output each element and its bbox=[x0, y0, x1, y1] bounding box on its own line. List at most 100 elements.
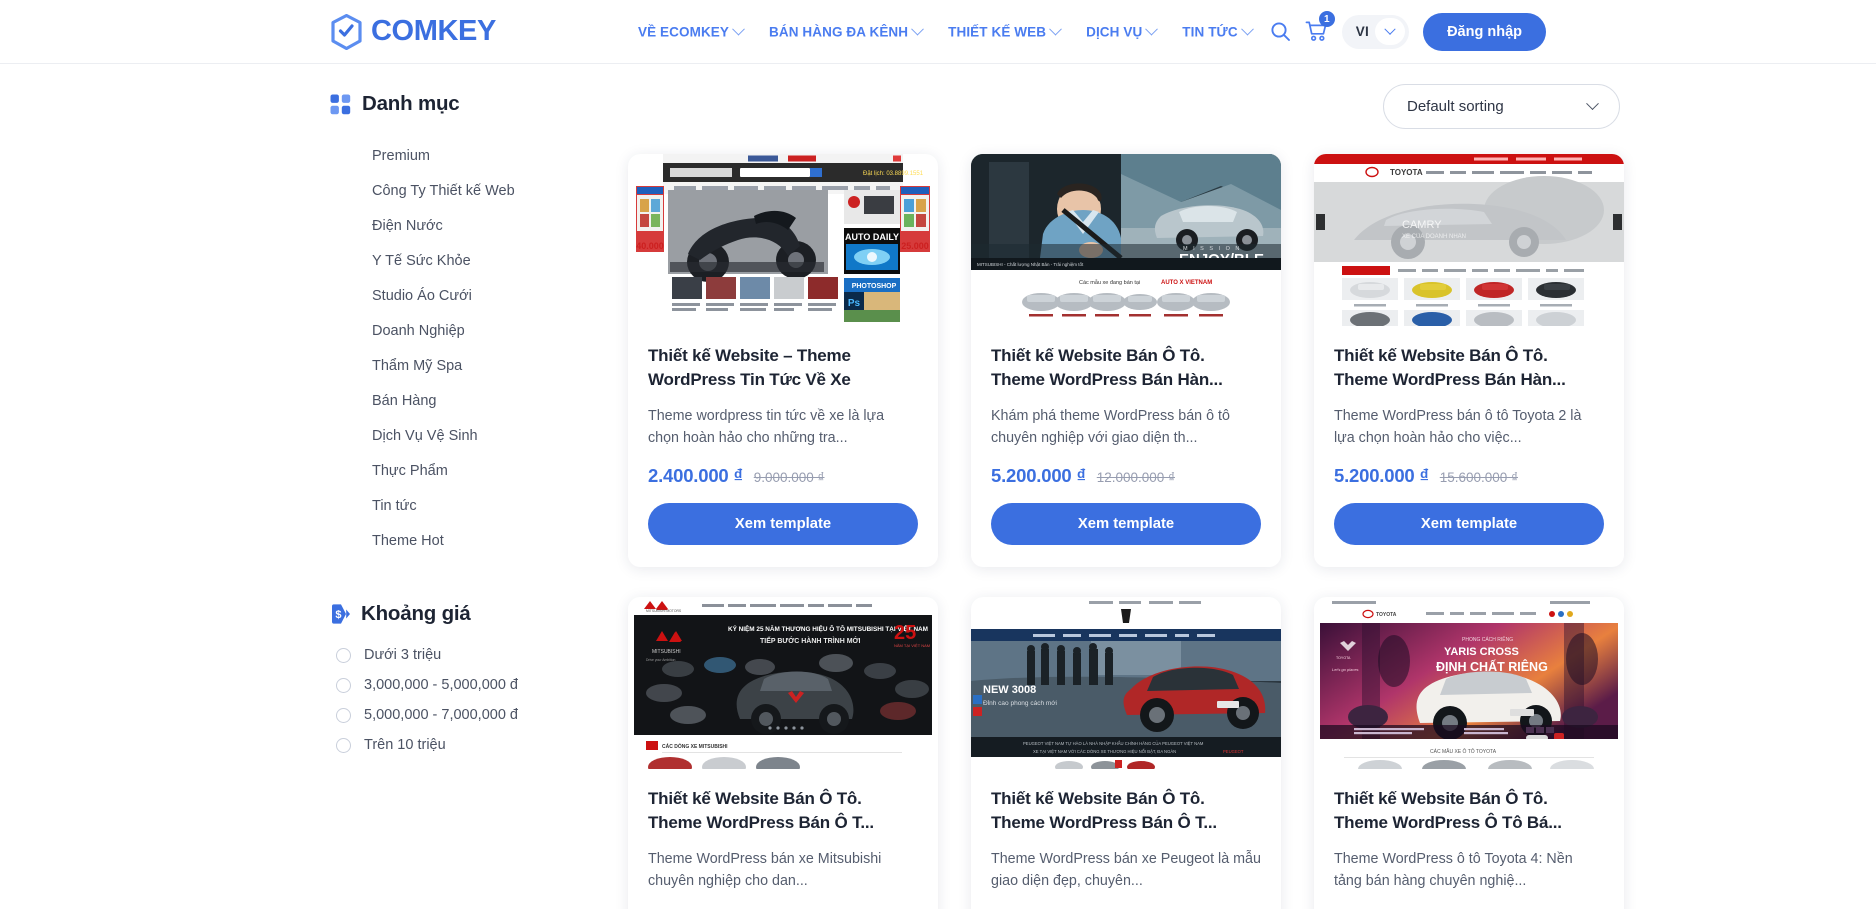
product-card[interactable]: Đặt lịch: 03.8899.1551 40.000 25.000 AUT… bbox=[628, 154, 938, 567]
svg-text:AUTO DAILY: AUTO DAILY bbox=[845, 232, 899, 242]
category-item-theme-hot[interactable]: Theme Hot bbox=[372, 523, 608, 558]
language-code: VI bbox=[1355, 24, 1370, 39]
svg-text:PEUGEOT: PEUGEOT bbox=[1223, 749, 1244, 754]
nav-item-ban-hang-da-kenh[interactable]: BÁN HÀNG ĐA KÊNH bbox=[769, 22, 925, 39]
svg-text:25: 25 bbox=[894, 622, 916, 644]
header-actions: 1 VI Đăng nhập bbox=[1270, 11, 1546, 51]
nav-item-tin-tuc[interactable]: TIN TỨC bbox=[1182, 22, 1254, 39]
category-item-ban-hang[interactable]: Bán Hàng bbox=[372, 383, 608, 418]
logo[interactable]: COMKEY bbox=[330, 13, 496, 50]
chevron-down-icon bbox=[1049, 22, 1062, 36]
product-thumbnail[interactable]: NEW 3008 Đỉnh cao phong cách mới PEUGEOT… bbox=[971, 597, 1281, 769]
cart-button[interactable]: 1 bbox=[1305, 11, 1335, 43]
svg-text:Các mẫu xe đang bán tại: Các mẫu xe đang bán tại bbox=[1079, 279, 1140, 286]
radio-icon[interactable] bbox=[336, 677, 351, 693]
svg-text:TOYOTA: TOYOTA bbox=[1336, 656, 1351, 660]
product-card[interactable]: TOYOTA PHONG CÁCH RIÊNG YARIS CROSS ĐỊNH… bbox=[1314, 597, 1624, 909]
price-range-option-3[interactable]: 5,000,000 - 7,000,000 đ bbox=[336, 700, 608, 730]
nav-label: DỊCH VỤ bbox=[1086, 24, 1143, 39]
price-range-label: 5,000,000 - 7,000,000 đ bbox=[364, 707, 518, 723]
product-info: Thiết kế Website Bán Ô Tô. Theme WordPre… bbox=[971, 769, 1281, 909]
news-moto-screenshot: Đặt lịch: 03.8899.1551 40.000 25.000 AUT… bbox=[628, 154, 938, 326]
product-thumbnail[interactable]: TOYOTA PHONG CÁCH RIÊNG YARIS CROSS ĐỊNH… bbox=[1314, 597, 1624, 769]
sorting-dropdown[interactable]: Default sorting bbox=[1383, 84, 1620, 129]
category-item-doanh-nghiep[interactable]: Doanh Nghiệp bbox=[372, 313, 608, 348]
product-thumbnail[interactable]: TOYOTA CAMRY XE CỦA DOANH NHÂN bbox=[1314, 154, 1624, 326]
yaris-cross-screenshot: TOYOTA PHONG CÁCH RIÊNG YARIS CROSS ĐỊNH… bbox=[1314, 597, 1624, 769]
price-range-label: 3,000,000 - 5,000,000 đ bbox=[364, 677, 518, 693]
product-grid: Đặt lịch: 03.8899.1551 40.000 25.000 AUT… bbox=[628, 154, 1624, 909]
category-item-y-te-suc-khoe[interactable]: Y Tế Sức Khỏe bbox=[372, 243, 608, 278]
radio-icon[interactable] bbox=[336, 647, 351, 663]
svg-text:25.000: 25.000 bbox=[901, 241, 929, 251]
language-selector[interactable]: VI bbox=[1341, 14, 1410, 49]
grid-dots-icon bbox=[330, 94, 351, 114]
price-tag-icon: $ bbox=[332, 604, 350, 624]
radio-icon[interactable] bbox=[336, 707, 351, 723]
product-card[interactable]: M I S S I O N ENJOY/BLE MITSUBISHI - Chấ… bbox=[971, 154, 1281, 567]
product-thumbnail[interactable]: Đặt lịch: 03.8899.1551 40.000 25.000 AUT… bbox=[628, 154, 938, 326]
category-item-cong-ty-thiet-ke-web[interactable]: Công Ty Thiết kế Web bbox=[372, 173, 608, 208]
nav-item-dich-vu[interactable]: DỊCH VỤ bbox=[1086, 22, 1159, 39]
price-range-option-1[interactable]: Dưới 3 triệu bbox=[336, 640, 608, 670]
svg-text:Ps: Ps bbox=[848, 298, 861, 309]
nav-item-thiet-ke-web[interactable]: THIẾT KẾ WEB bbox=[948, 22, 1062, 39]
product-old-price: 15.600.000 ₫ bbox=[1439, 470, 1518, 485]
svg-text:MITSUBISHI MOTORS: MITSUBISHI MOTORS bbox=[646, 609, 682, 613]
category-item-studio-ao-cuoi[interactable]: Studio Áo Cưới bbox=[372, 278, 608, 313]
category-item-premium[interactable]: Premium bbox=[372, 138, 608, 173]
product-thumbnail[interactable]: MITSUBISHI MOTORS MITSUBISHI Drive your … bbox=[628, 597, 938, 769]
chevron-down-icon bbox=[1240, 22, 1254, 36]
price-range-label: Dưới 3 triệu bbox=[364, 647, 442, 663]
svg-text:YARIS CROSS: YARIS CROSS bbox=[1444, 646, 1519, 658]
product-price: 5.200.000 ₫ bbox=[1334, 465, 1429, 486]
svg-text:PEUGEOT VIỆT NAM TỰ HÀO LÀ NHÀ: PEUGEOT VIỆT NAM TỰ HÀO LÀ NHÀ NHẬP KHẨU… bbox=[1023, 741, 1204, 746]
view-template-button[interactable]: Xem template bbox=[991, 503, 1261, 545]
nav-label: THIẾT KẾ WEB bbox=[948, 24, 1047, 39]
svg-text:PHOTOSHOP: PHOTOSHOP bbox=[852, 283, 897, 290]
category-item-thuc-pham[interactable]: Thực Phẩm bbox=[372, 453, 608, 488]
product-title: Thiết kế Website Bán Ô Tô. Theme WordPre… bbox=[648, 789, 874, 833]
product-listing: Default sorting Đặt lịch: 03.8899.1551 4… bbox=[608, 64, 1624, 909]
category-item-dich-vu-ve-sinh[interactable]: Dịch Vụ Vệ Sinh bbox=[372, 418, 608, 453]
view-template-button[interactable]: Xem template bbox=[648, 503, 918, 545]
svg-text:MITSUBISHI: MITSUBISHI bbox=[652, 649, 681, 655]
chevron-down-icon bbox=[1145, 22, 1159, 36]
svg-text:TOYOTA: TOYOTA bbox=[1376, 612, 1397, 618]
sorting-bar: Default sorting bbox=[628, 84, 1624, 129]
category-item-tin-tuc[interactable]: Tin tức bbox=[372, 488, 608, 523]
category-item-tham-my-spa[interactable]: Thẩm Mỹ Spa bbox=[372, 348, 608, 383]
view-template-button[interactable]: Xem template bbox=[1334, 503, 1604, 545]
svg-text:CÁC DÒNG XE MITSUBISHI: CÁC DÒNG XE MITSUBISHI bbox=[662, 742, 728, 750]
logo-text: COMKEY bbox=[371, 15, 496, 47]
radio-icon[interactable] bbox=[336, 737, 351, 753]
product-card[interactable]: MITSUBISHI MOTORS MITSUBISHI Drive your … bbox=[628, 597, 938, 909]
svg-text:NEW 3008: NEW 3008 bbox=[983, 684, 1036, 696]
product-card[interactable]: TOYOTA CAMRY XE CỦA DOANH NHÂN Thiết kế … bbox=[1314, 154, 1624, 567]
price-filter-header: $ Khoảng giá bbox=[330, 602, 608, 626]
product-thumbnail[interactable]: M I S S I O N ENJOY/BLE MITSUBISHI - Chấ… bbox=[971, 154, 1281, 326]
product-price-line: 5.200.000 ₫ 15.600.000 ₫ bbox=[1334, 465, 1604, 487]
product-description: Theme WordPress ô tô Toyota 4: Nền tảng … bbox=[1334, 851, 1573, 890]
product-price: 2.400.000 ₫ bbox=[648, 465, 743, 486]
svg-text:Let's go places: Let's go places bbox=[1332, 667, 1359, 672]
categories-header: Danh mục bbox=[330, 92, 608, 116]
price-range-option-4[interactable]: Trên 10 triệu bbox=[336, 730, 608, 760]
svg-text:NĂM TẠI VIỆT NAM: NĂM TẠI VIỆT NAM bbox=[894, 643, 930, 648]
price-range-list: Dưới 3 triệu 3,000,000 - 5,000,000 đ 5,0… bbox=[330, 640, 608, 760]
product-old-price: 9.000.000 ₫ bbox=[753, 470, 825, 485]
product-card[interactable]: NEW 3008 Đỉnh cao phong cách mới PEUGEOT… bbox=[971, 597, 1281, 909]
svg-text:AUTO X VIETNAM: AUTO X VIETNAM bbox=[1161, 280, 1212, 286]
price-range-option-2[interactable]: 3,000,000 - 5,000,000 đ bbox=[336, 670, 608, 700]
search-button[interactable] bbox=[1270, 21, 1291, 42]
product-description: Khám phá theme WordPress bán ô tô chuyên… bbox=[991, 408, 1230, 447]
login-button[interactable]: Đăng nhập bbox=[1423, 12, 1546, 51]
filter-sidebar: Danh mục Premium Công Ty Thiết kế Web Đi… bbox=[330, 64, 608, 909]
nav-item-ve-ecomkey[interactable]: VỀ ECOMKEY bbox=[638, 22, 745, 39]
price-range-label: Trên 10 triệu bbox=[364, 737, 446, 753]
svg-text:XE TẠI VIỆT NAM VỚI CÁC DÒNG X: XE TẠI VIỆT NAM VỚI CÁC DÒNG XE THƯƠNG H… bbox=[1033, 749, 1176, 754]
svg-text:CÁC MẪU XE Ô TÔ TOYOTA: CÁC MẪU XE Ô TÔ TOYOTA bbox=[1430, 748, 1497, 755]
svg-text:40.000: 40.000 bbox=[636, 241, 664, 251]
category-item-dien-nuoc[interactable]: Điện Nước bbox=[372, 208, 608, 243]
cart-count-badge: 1 bbox=[1318, 11, 1335, 27]
